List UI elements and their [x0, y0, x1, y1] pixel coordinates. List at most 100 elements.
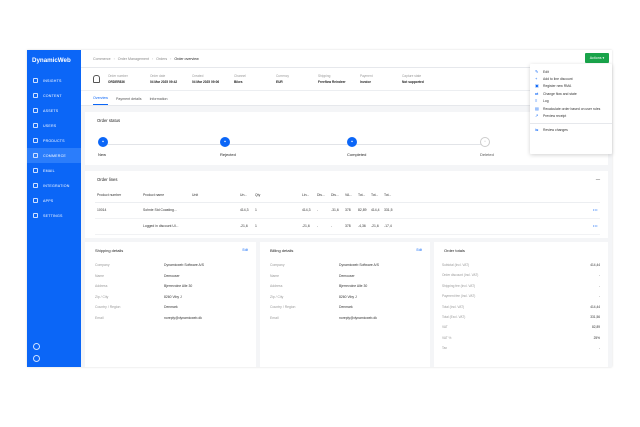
sidebar-item-apps[interactable]: APPS: [27, 193, 81, 208]
list-item: Payment fee (Incl. VAT) -: [442, 294, 600, 299]
tab-information[interactable]: Information: [150, 97, 168, 105]
menu-item-add-line-discount[interactable]: + Add to line discount: [530, 75, 612, 82]
plus-icon: +: [535, 76, 538, 82]
column-header[interactable]: Unit: [190, 188, 238, 203]
shipping-details-title: Shipping details: [95, 248, 124, 253]
table-cell: [190, 202, 238, 219]
sidebar-item-label: APPS: [43, 198, 54, 203]
app-window: DynamicWeb INSIGHTS CONTENT ASSETS USERS…: [27, 50, 612, 367]
sidebar-item-settings[interactable]: SETTINGS: [27, 208, 81, 223]
insights-icon: [33, 78, 38, 83]
column-header[interactable]: Product name: [141, 188, 190, 203]
column-header[interactable]: Tot...: [369, 188, 382, 203]
actions-button[interactable]: Actions ▾: [585, 53, 609, 63]
list-item: VAT 82,89: [442, 325, 600, 330]
status-check-icon: ▪: [220, 137, 230, 147]
app-logo: DynamicWeb: [32, 57, 71, 64]
status-check-icon: ▪: [98, 137, 108, 147]
sidebar-item-integration[interactable]: INTEGRATION: [27, 178, 81, 193]
list-item: Email noreply@dynamicweb.dk: [270, 315, 377, 320]
tab-overview[interactable]: Overview: [93, 96, 108, 105]
order-info-item: Shipping Freeflow Reindeer: [318, 74, 346, 84]
column-header-actions: [395, 188, 600, 203]
row-more-icon[interactable]: •••: [593, 208, 598, 212]
menu-item-register-rma[interactable]: ▣ Register new RMA: [530, 83, 612, 90]
tab-payment-details[interactable]: Payment details: [116, 97, 142, 105]
billing-edit-link[interactable]: Edit: [417, 248, 423, 253]
table-cell: [95, 218, 141, 235]
commerce-icon: [33, 153, 38, 158]
shipping-edit-link[interactable]: Edit: [243, 248, 249, 253]
list-item: Address Bjerrevolne Alle 30: [95, 284, 193, 289]
column-header[interactable]: Lin...: [300, 188, 315, 203]
breadcrumb-current: Order overview: [174, 56, 199, 61]
menu-item-log[interactable]: ≡ Log: [530, 98, 612, 105]
billing-details-list: Company Dynamicweb Software A/S Name Demou…: [260, 253, 430, 327]
sidebar-item-insights[interactable]: INSIGHTS: [27, 73, 81, 88]
list-item: Order discount (Incl. VAT) -: [442, 273, 600, 278]
column-header[interactable]: Dis...: [329, 188, 343, 203]
sidebar-item-email[interactable]: EMAIL: [27, 163, 81, 178]
order-lines-card: Order lines — Product number Product nam…: [85, 171, 608, 238]
order-info-item: Order date 04 Mar 2025 09:42: [150, 74, 178, 84]
breadcrumb-item[interactable]: Order Management: [118, 57, 149, 61]
table-row[interactable]: Logged in discount Ul... -21,6 1 -21,6 -…: [95, 218, 600, 235]
table-cell: 378: [343, 202, 356, 219]
collapse-sidebar-icon[interactable]: [33, 355, 40, 362]
column-header[interactable]: Dis...: [315, 188, 329, 203]
actions-menu: ✎ Edit + Add to line discount ▣ Register ne…: [530, 64, 612, 154]
billing-details-header: Billing details Edit: [260, 242, 430, 253]
order-lines-table: Product number Product name Unit Un... Q…: [95, 188, 600, 235]
breadcrumb-separator: ›: [151, 56, 154, 61]
breadcrumb-item[interactable]: Commerce: [93, 57, 111, 61]
column-header[interactable]: Product number: [95, 188, 141, 203]
sidebar-item-products[interactable]: PRODUCTS: [27, 133, 81, 148]
table-cell: -: [315, 202, 329, 219]
billing-details-title: Billing details: [270, 248, 294, 253]
rma-icon: ▣: [535, 83, 539, 89]
table-row[interactable]: 10014 Sohnie Std Coasting... 414,3 1 414…: [95, 202, 600, 219]
column-header[interactable]: Un...: [238, 188, 253, 203]
status-step-new: ▪ New: [98, 137, 108, 157]
help-icon[interactable]: [33, 343, 40, 350]
breadcrumb-item[interactable]: Orders: [156, 57, 167, 61]
list-item: Address Bjerrevolne Alle 30: [270, 284, 368, 289]
sidebar-item-assets[interactable]: ASSETS: [27, 103, 81, 118]
sidebar-item-label: USERS: [43, 123, 57, 128]
integration-icon: [33, 183, 38, 188]
sidebar: DynamicWeb INSIGHTS CONTENT ASSETS USERS…: [27, 50, 81, 367]
sidebar-item-label: ASSETS: [43, 108, 59, 113]
menu-item-review-changes[interactable]: ⇋ Review changes: [530, 126, 612, 133]
table-cell: -21,6: [238, 218, 253, 235]
column-header[interactable]: Qty: [253, 188, 300, 203]
list-item: Zip / City 8260 Viby J: [270, 294, 357, 299]
column-header[interactable]: VA...: [343, 188, 356, 203]
list-item: Zip / City 8260 Viby J: [95, 294, 182, 299]
sidebar-item-label: EMAIL: [43, 168, 55, 173]
sidebar-item-users[interactable]: USERS: [27, 118, 81, 133]
table-cell: -: [315, 218, 329, 235]
column-header[interactable]: Tot...: [356, 188, 369, 203]
apps-icon: [33, 198, 38, 203]
sidebar-item-content[interactable]: CONTENT: [27, 88, 81, 103]
sidebar-item-commerce[interactable]: COMMERCE: [27, 148, 81, 163]
menu-item-edit[interactable]: ✎ Edit: [530, 68, 612, 75]
table-cell: -21,6: [369, 218, 382, 235]
review-icon: ⇋: [535, 127, 539, 133]
menu-item-preview-receipt[interactable]: ↗ Preview receipt: [530, 112, 612, 119]
assets-icon: [33, 108, 38, 113]
status-step-rejected: ▪ Rejected: [220, 137, 236, 157]
status-pending-icon: ▫: [480, 137, 490, 147]
menu-item-change-flow-state[interactable]: ⇄ Change flow and state: [530, 90, 612, 97]
list-item: Name Demouser: [95, 273, 180, 278]
settings-icon: [33, 213, 38, 218]
sidebar-item-label: COMMERCE: [43, 153, 66, 158]
receipt-icon: ↗: [535, 113, 539, 119]
menu-item-recalculate[interactable]: ▤ Recalculate order based on user rules: [530, 105, 612, 112]
column-header[interactable]: Tot...: [382, 188, 395, 203]
row-more-icon[interactable]: •••: [593, 224, 598, 228]
table-cell: 414,3: [238, 202, 253, 219]
collapse-icon[interactable]: —: [596, 177, 600, 182]
table-cell: Sohnie Std Coasting...: [141, 202, 190, 219]
table-cell: 331,5: [382, 202, 395, 219]
